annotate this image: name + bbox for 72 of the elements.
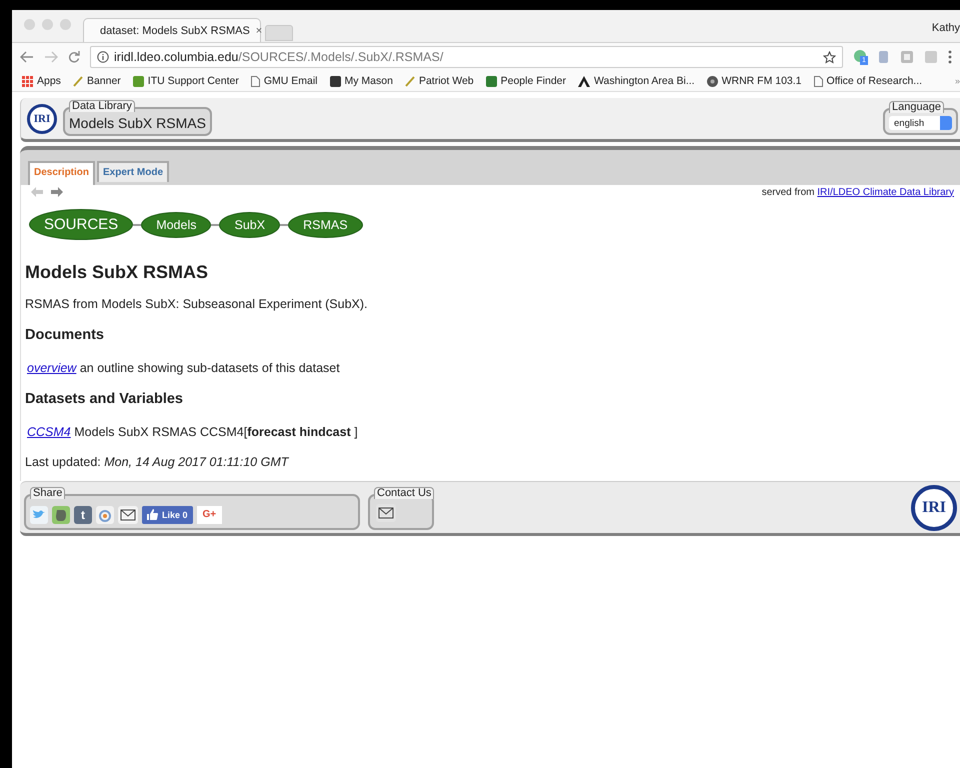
forward-icon[interactable]	[44, 51, 58, 63]
share-icon[interactable]	[96, 506, 114, 524]
bookmark[interactable]: Patriot Web	[404, 75, 474, 87]
library-link[interactable]: IRI/LDEO Climate Data Library	[817, 186, 954, 198]
bird-icon[interactable]	[30, 506, 48, 524]
breadcrumb[interactable]: RSMAS	[288, 212, 363, 238]
window-control[interactable]	[42, 19, 53, 30]
bookmark[interactable]: Office of Research...	[814, 75, 922, 87]
box-legend: Contact Us	[374, 486, 434, 498]
bookmark[interactable]: My Mason	[330, 75, 393, 87]
breadcrumb[interactable]: SOURCES	[29, 209, 134, 240]
description-text: RSMAS from Models SubX: Subseasonal Experiment (SubX).	[25, 297, 369, 311]
dataset-title: Models SubX RSMAS	[69, 115, 206, 131]
url-text: iridl.ldeo.columbia.edu/SOURCES/.Models/.SubX/.RSMAS/	[114, 50, 444, 64]
dataset-entry: CCSM4 Models SubX RSMAS CCSM4[forecast hindcast ]	[26, 425, 359, 439]
bookmark[interactable]: ITU Support Center	[132, 75, 239, 87]
tumblr-button[interactable]: t	[74, 506, 92, 524]
document-entry: overview an outline showing sub-datasets of this dataset	[26, 361, 341, 375]
star-icon[interactable]	[823, 50, 836, 64]
window-control[interactable]	[24, 19, 35, 30]
browser-tab[interactable]: dataset: Models SubX RSMAS ×	[83, 18, 261, 42]
bookmark[interactable]: People Finder	[486, 75, 566, 87]
extension-icon[interactable]	[877, 50, 890, 64]
close-tab-button[interactable]: ×	[256, 24, 262, 36]
extension-icon[interactable]	[900, 50, 914, 64]
back-icon[interactable]	[20, 51, 34, 63]
mail-icon[interactable]	[376, 504, 396, 522]
breadcrumb[interactable]: SubX	[219, 212, 280, 238]
address-field[interactable]: iridl.ldeo.columbia.edu/SOURCES/.Models/.SubX/.RSMAS/	[90, 46, 843, 68]
language-select[interactable]: english	[889, 116, 952, 130]
bookmark[interactable]: WRNR FM 103.1	[706, 75, 802, 87]
dataset-link[interactable]: CCSM4	[27, 425, 71, 439]
bookmark[interactable]: GMU Email	[250, 75, 318, 87]
info-icon	[97, 51, 109, 63]
tab-title: dataset: Models SubX RSMAS	[100, 24, 250, 36]
peak-icon	[578, 76, 590, 86]
last-updated-text: Last updated: Mon, 14 Aug 2017 01:11:10 GMT	[25, 455, 290, 471]
mail-icon[interactable]	[118, 506, 138, 524]
square-icon	[132, 76, 144, 86]
iri-logo[interactable]: IRI	[911, 484, 957, 530]
document-link[interactable]: overview	[27, 361, 76, 375]
square-icon	[486, 76, 497, 86]
bookmark[interactable]: Banner	[72, 75, 121, 87]
box-legend: Data Library	[69, 100, 135, 112]
iri-logo[interactable]: IRI	[27, 104, 57, 134]
google-plus-button[interactable]: G+	[196, 506, 222, 524]
served-from-text: served from IRI/LDEO Climate Data Library	[762, 186, 954, 198]
page-heading: Models SubX RSMAS	[25, 262, 210, 283]
bookmark[interactable]: Washington Area Bi...	[578, 75, 695, 87]
extension-icon[interactable]	[924, 50, 938, 64]
box-legend: Language	[889, 101, 944, 113]
breadcrumb[interactable]: Models	[141, 212, 212, 238]
like-button[interactable]: Like 0	[142, 506, 193, 524]
thumbs-up-icon	[147, 509, 158, 520]
profile-name[interactable]: Kathy	[932, 22, 960, 34]
tab[interactable]: Expert Mode	[97, 161, 170, 182]
more-bookmarks-button[interactable]: »	[954, 76, 960, 86]
section-heading: Documents	[25, 327, 105, 343]
box-legend: Share	[30, 486, 66, 498]
bookmark[interactable]: Apps	[22, 75, 61, 87]
section-heading: Datasets and Variables	[25, 391, 184, 407]
square-icon	[330, 76, 341, 86]
grid-icon	[22, 76, 33, 86]
menu-icon[interactable]	[948, 50, 952, 64]
disc-icon	[706, 76, 718, 86]
window-control[interactable]	[60, 19, 71, 30]
back-arrow-icon[interactable]	[31, 187, 43, 197]
reload-icon[interactable]	[68, 51, 80, 63]
forward-arrow-icon[interactable]	[51, 187, 63, 197]
page-icon	[814, 76, 823, 86]
page-icon	[250, 76, 260, 86]
new-tab-button[interactable]	[265, 25, 293, 41]
